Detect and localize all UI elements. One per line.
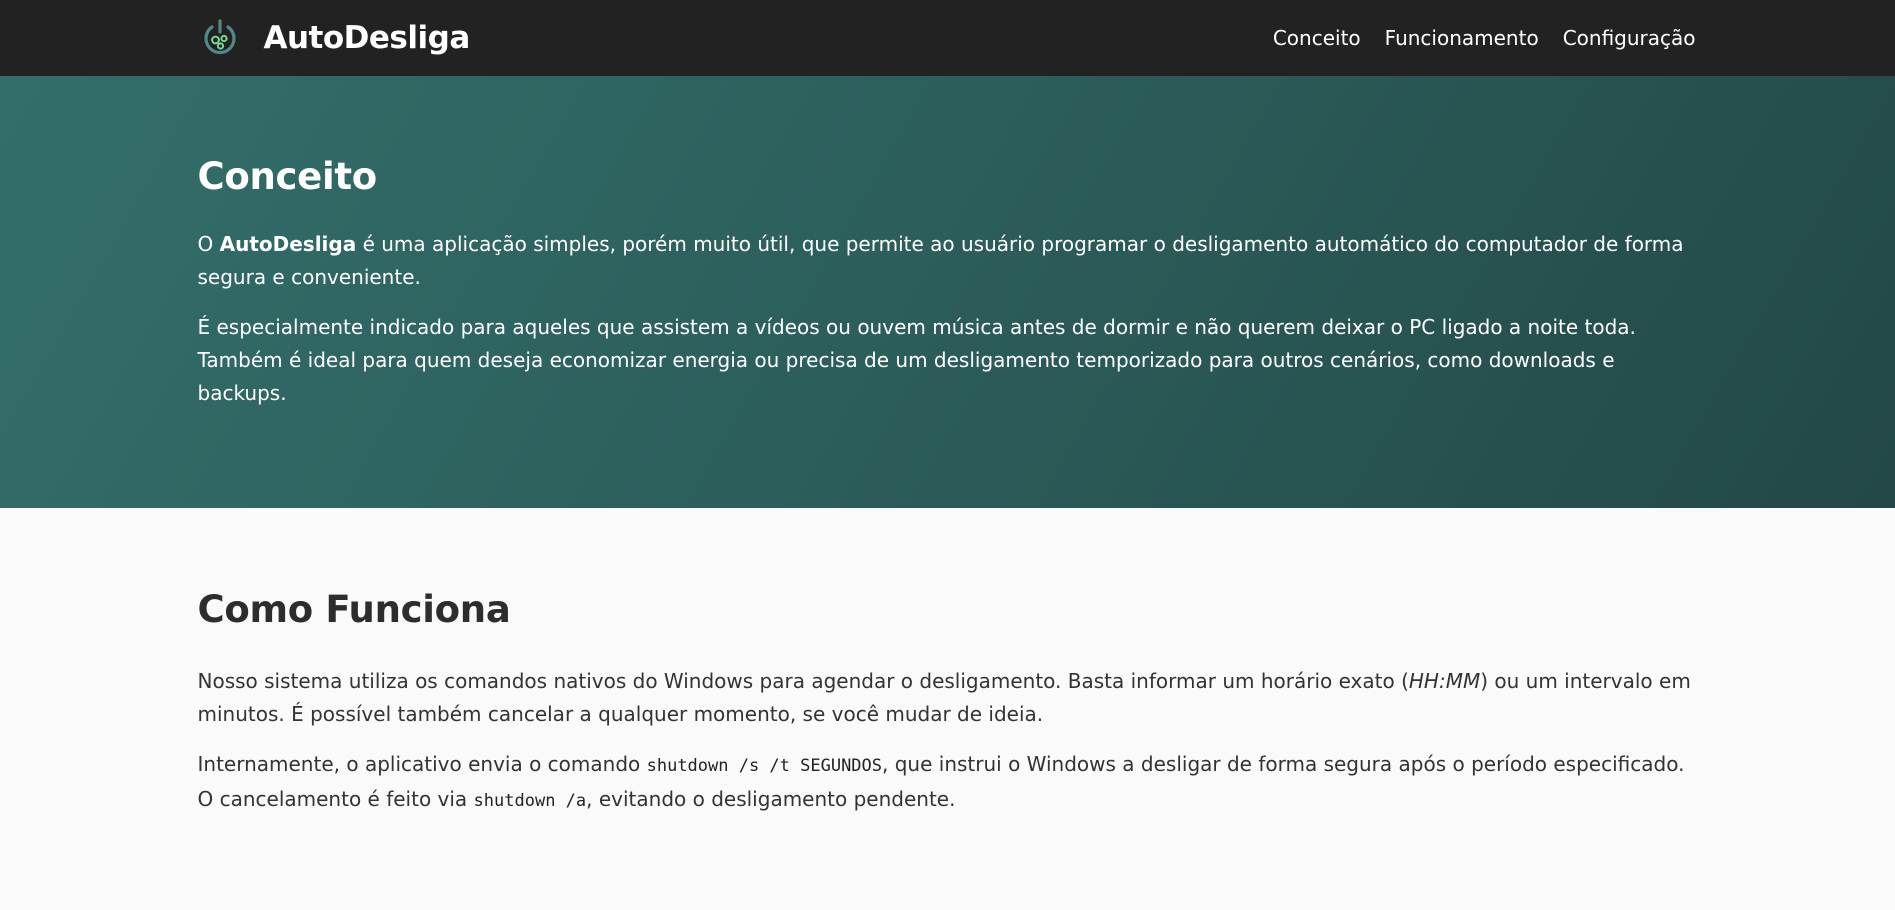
shutdown-command: shutdown /s /t SEGUNDOS	[646, 756, 883, 776]
how-p1-a: Nosso sistema utiliza os comandos nativo…	[197, 669, 1409, 693]
top-navbar: AutoDesliga Conceito Funcionamento Confi…	[0, 0, 1895, 76]
concept-paragraph-2: É especialmente indicado para aqueles qu…	[197, 315, 1636, 405]
how-it-works-section: Como Funciona Nosso sistema utiliza os c…	[0, 508, 1895, 818]
concept-section: Conceito O AutoDesliga é uma aplicação s…	[0, 76, 1895, 508]
nav-link-funcionamento[interactable]: Funcionamento	[1385, 26, 1539, 50]
time-format: HH:MM	[1408, 669, 1481, 693]
concept-paragraph-1: O AutoDesliga é uma aplicação simples, p…	[198, 228, 1698, 294]
brand-link[interactable]: AutoDesliga	[198, 16, 470, 60]
nav-link-conceito[interactable]: Conceito	[1273, 26, 1361, 50]
concept-p1-suffix: é uma aplicação simples, porém muito úti…	[197, 232, 1684, 289]
how-p2-a: Internamente, o aplicativo envia o coman…	[197, 752, 647, 776]
how-title: Como Funciona	[197, 588, 511, 631]
main-nav: Conceito Funcionamento Configuração	[1249, 26, 1696, 50]
cancel-command: shutdown /a	[473, 791, 587, 811]
how-paragraph-1: Nosso sistema utiliza os comandos nativo…	[198, 665, 1698, 731]
how-p2-c: , evitando o desligamento pendente.	[586, 787, 956, 811]
concept-title: Conceito	[197, 155, 378, 198]
concept-p1-prefix: O	[197, 232, 220, 256]
power-gear-icon	[198, 16, 242, 60]
nav-link-configuracao[interactable]: Configuração	[1563, 26, 1696, 50]
brand-name: AutoDesliga	[263, 20, 471, 56]
how-paragraph-2: Internamente, o aplicativo envia o coman…	[198, 748, 1698, 818]
concept-p1-brand: AutoDesliga	[219, 232, 357, 256]
